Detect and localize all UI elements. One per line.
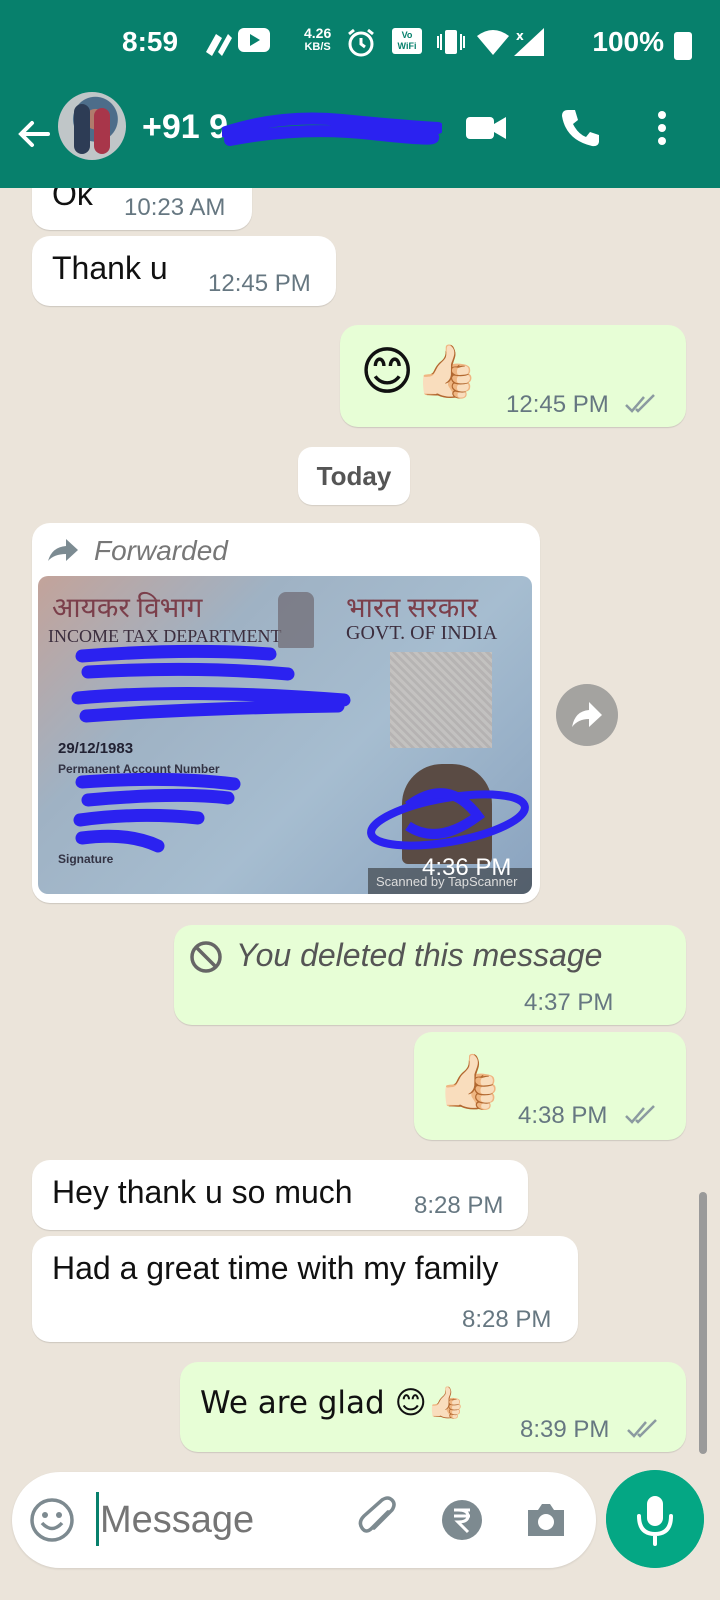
message-time: 12:45 PM xyxy=(208,270,311,297)
text-caret xyxy=(96,1492,99,1546)
net-speed-unit: KB/S xyxy=(304,41,331,53)
message-time: 8:28 PM xyxy=(414,1192,504,1219)
vowifi-icon: Vo WiFi xyxy=(392,28,422,54)
message-text: Thank u xyxy=(52,250,168,286)
message-bubble-outgoing[interactable]: 😊👍🏻 12:45 PM xyxy=(340,325,686,427)
message-time: 10:23 AM xyxy=(124,194,226,221)
camera-icon[interactable] xyxy=(520,1494,572,1546)
message-time: 8:28 PM xyxy=(462,1306,552,1333)
deleted-message-text: You deleted this message xyxy=(236,937,603,973)
status-bar: 8:59 4.26 KB/S Vo WiFi x 100% xyxy=(0,20,720,66)
wifi-icon xyxy=(477,30,509,55)
header-overlap xyxy=(0,160,720,188)
signal-icon: x xyxy=(514,28,544,56)
scrollbar[interactable] xyxy=(699,1192,707,1454)
mic-icon[interactable] xyxy=(606,1470,704,1568)
forwarded-label: Forwarded xyxy=(94,535,228,566)
more-vert-icon[interactable] xyxy=(638,104,686,152)
double-tick-icon xyxy=(625,1105,655,1124)
attach-icon[interactable] xyxy=(352,1494,404,1546)
arrow-left-icon[interactable] xyxy=(12,112,56,156)
pinwheel-icon xyxy=(206,34,232,56)
message-bubble-outgoing-deleted[interactable]: You deleted this message 4:37 PM xyxy=(174,925,686,1025)
net-speed-value: 4.26 xyxy=(304,25,332,41)
status-time: 8:59 xyxy=(122,26,179,57)
double-tick-icon xyxy=(625,394,655,413)
message-time: 4:37 PM xyxy=(524,989,614,1016)
message-time: 12:45 PM xyxy=(506,391,609,418)
contact-name[interactable]: +91 9 xyxy=(142,108,228,147)
youtube-icon xyxy=(238,28,270,52)
svg-text:x: x xyxy=(516,29,524,43)
date-divider: Today xyxy=(298,447,410,505)
message-emoji: 👍🏻 xyxy=(436,1050,504,1113)
message-emoji: 😊👍🏻 xyxy=(360,342,479,402)
battery-level: 100% xyxy=(592,26,664,57)
message-input[interactable] xyxy=(100,1488,350,1552)
pan-card-image[interactable]: आयकर विभाग INCOME TAX DEPARTMENT भारत सर… xyxy=(38,576,532,894)
vibrate-icon xyxy=(437,30,465,54)
share-forward-icon[interactable] xyxy=(556,684,618,746)
avatar[interactable] xyxy=(58,92,126,160)
double-tick-icon xyxy=(627,1419,657,1438)
battery-icon xyxy=(674,32,692,60)
message-text: Had a great time with my family xyxy=(52,1250,499,1286)
alarm-icon xyxy=(348,28,374,57)
message-bubble-outgoing[interactable]: We are glad 😊👍🏻 8:39 PM xyxy=(180,1362,686,1452)
compose-bar xyxy=(12,1472,596,1568)
redaction-scribbles xyxy=(71,644,529,853)
emoji-icon[interactable] xyxy=(26,1494,78,1546)
video-camera-icon[interactable] xyxy=(462,104,510,152)
message-time: 8:39 PM xyxy=(520,1416,610,1443)
message-bubble-incoming[interactable]: Hey thank u so much 8:28 PM xyxy=(32,1160,528,1230)
blocked-icon xyxy=(190,941,222,973)
forward-arrow-icon xyxy=(48,539,78,561)
message-text: We are glad 😊👍🏻 xyxy=(200,1385,466,1421)
message-bubble-outgoing[interactable]: 👍🏻 4:38 PM xyxy=(414,1032,686,1140)
message-bubble-incoming[interactable]: Thank u 12:45 PM xyxy=(32,236,336,306)
redaction-scribble xyxy=(222,112,442,146)
message-bubble-incoming[interactable]: Had a great time with my family 8:28 PM xyxy=(32,1236,578,1342)
message-text: Hey thank u so much xyxy=(52,1174,353,1210)
message-time: 4:38 PM xyxy=(518,1102,608,1129)
rupee-icon[interactable] xyxy=(436,1494,488,1546)
net-speed: 4.26 KB/S xyxy=(304,26,331,54)
phone-icon[interactable] xyxy=(556,104,604,152)
